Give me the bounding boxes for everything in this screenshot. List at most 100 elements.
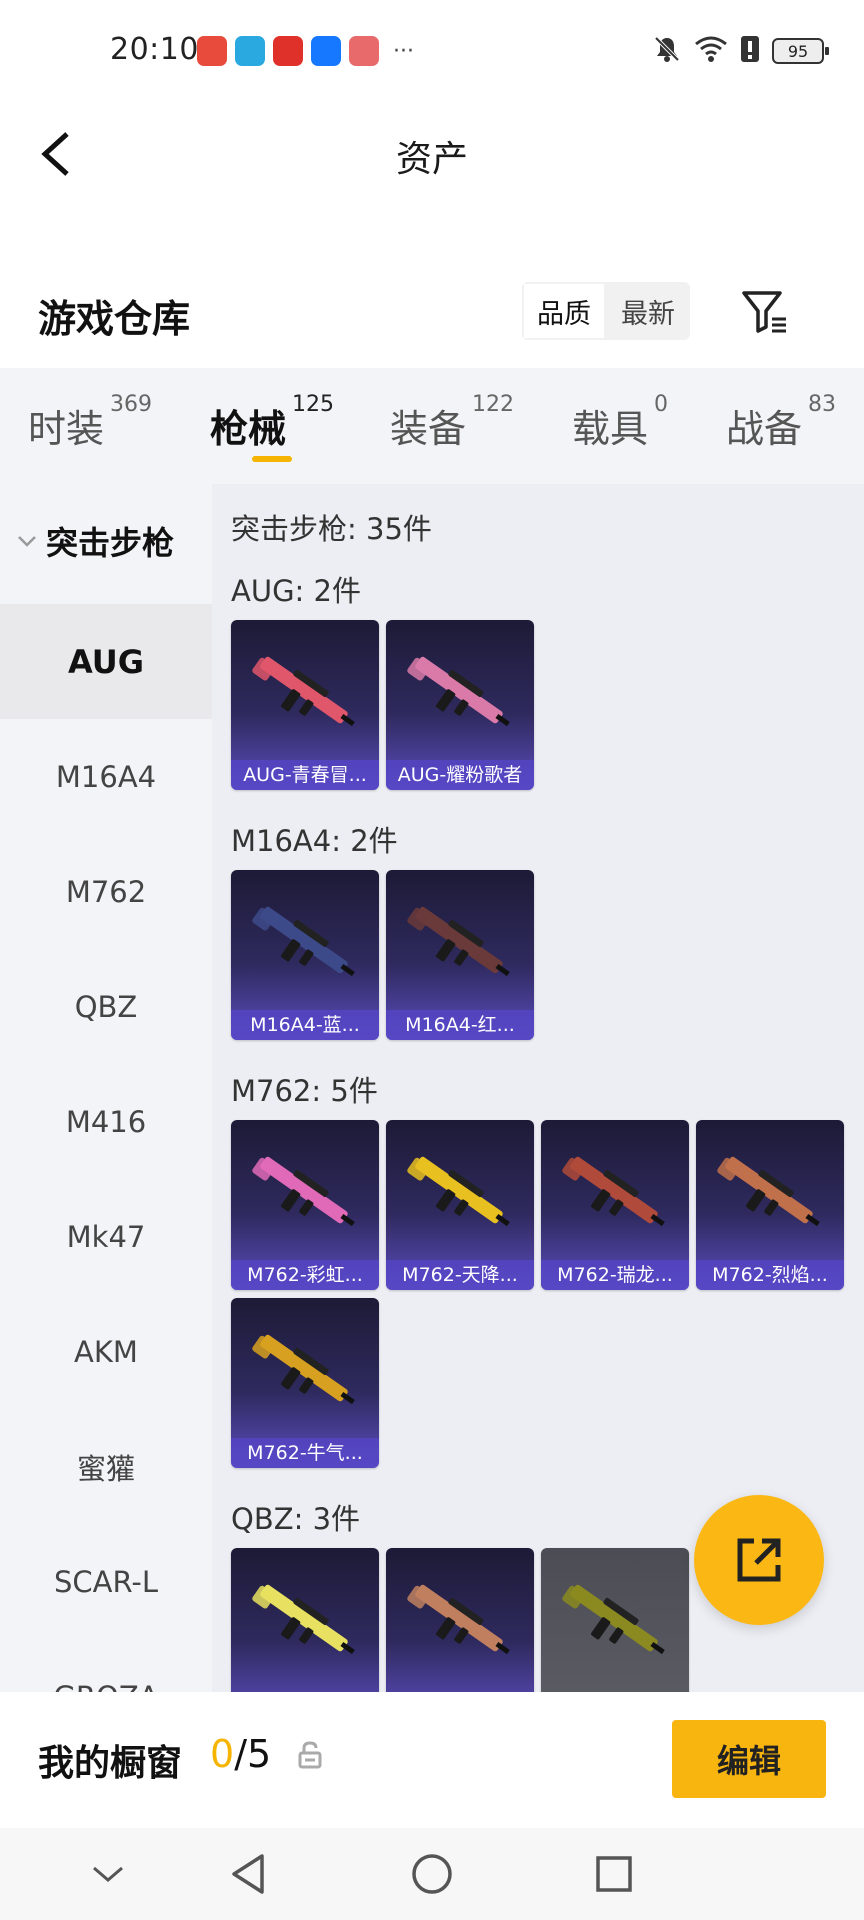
nav-hide-button[interactable]: [78, 1848, 138, 1900]
sidebar-group-assault-rifles[interactable]: 突击步枪: [0, 484, 212, 598]
weapon-card[interactable]: [386, 1548, 534, 1692]
sidebar-item-0[interactable]: AUG: [0, 604, 212, 719]
sidebar-item-1[interactable]: M16A4: [0, 719, 212, 834]
nav-home-button[interactable]: [402, 1848, 462, 1900]
status-app-icons: ···: [197, 36, 414, 66]
warehouse-header: 游戏仓库 品质 最新: [0, 270, 864, 370]
showcase-total: /5: [234, 1732, 272, 1776]
rifle-icon: [252, 1156, 355, 1227]
rifle-icon: [252, 656, 355, 727]
sidebar-item-7[interactable]: 蜜獾: [0, 1409, 212, 1524]
sidebar-item-2[interactable]: M762: [0, 834, 212, 949]
tab-guns[interactable]: 枪械125: [210, 392, 334, 453]
filter-button[interactable]: [736, 284, 794, 340]
tab-label: 载具: [572, 407, 649, 451]
app-header: 资产: [0, 104, 864, 204]
rifle-icon: [407, 656, 510, 727]
more-notifications-icon: ···: [393, 38, 414, 64]
tab-vehicles[interactable]: 载具0: [572, 392, 668, 453]
weapon-name: M762-烈焰...: [696, 1260, 844, 1290]
weapon-name: M16A4-蓝...: [231, 1010, 379, 1040]
weapon-card[interactable]: M762-瑞龙...: [541, 1120, 689, 1290]
tab-count: 125: [292, 392, 335, 417]
weapon-name: M762-彩虹...: [231, 1260, 379, 1290]
sort-newest-button[interactable]: 最新: [606, 282, 690, 340]
bell-muted-icon: [652, 34, 682, 68]
weapon-name: M762-瑞龙...: [541, 1260, 689, 1290]
section-title: M16A4: 2件: [231, 824, 398, 858]
rifle-icon: [407, 906, 510, 977]
weapon-card[interactable]: AUG-青春冒...: [231, 620, 379, 790]
alipay-icon: [311, 36, 341, 66]
tab-label: 装备: [390, 407, 467, 451]
sidebar-item-6[interactable]: AKM: [0, 1294, 212, 1409]
battery-level: 95: [787, 41, 809, 61]
weapon-card[interactable]: [541, 1548, 689, 1692]
tab-count: 369: [110, 392, 153, 417]
rifle-icon: [252, 1334, 355, 1405]
weapon-card[interactable]: [231, 1548, 379, 1692]
weapon-name: M762-牛气...: [231, 1438, 379, 1468]
cloud-app-icon: [235, 36, 265, 66]
weapon-card[interactable]: M762-天降...: [386, 1120, 534, 1290]
sidebar-item-4[interactable]: M416: [0, 1064, 212, 1179]
square-recents-icon: [596, 1856, 632, 1892]
showcase-bar: 我的橱窗 0/5 编辑: [0, 1692, 864, 1828]
sort-quality-button[interactable]: 品质: [522, 282, 606, 340]
sidebar-item-9[interactable]: GROZA: [0, 1639, 212, 1693]
rifle-icon: [562, 1156, 665, 1227]
sidebar-group-label: 突击步枪: [46, 524, 175, 562]
weapon-name: M762-天降...: [386, 1260, 534, 1290]
tab-skins[interactable]: 时装369: [28, 392, 152, 453]
chevron-down-icon: [93, 1866, 123, 1882]
status-time: 20:10: [110, 32, 199, 67]
share-external-icon: [737, 1538, 781, 1582]
nav-back-button[interactable]: [218, 1848, 278, 1900]
weapon-card[interactable]: M16A4-蓝...: [231, 870, 379, 1040]
section-title: QBZ: 3件: [231, 1502, 361, 1536]
tab-supplies[interactable]: 战备83: [726, 392, 836, 453]
weapon-type-sidebar: 突击步枪 AUGM16A4M762QBZM416Mk47AKM蜜獾SCAR-LG…: [0, 484, 212, 1692]
system-nav-bar: [0, 1828, 864, 1920]
showcase-current: 0: [210, 1732, 235, 1776]
weapon-card[interactable]: M762-彩虹...: [231, 1120, 379, 1290]
showcase-count: 0/5: [210, 1732, 271, 1776]
sidebar-item-3[interactable]: QBZ: [0, 949, 212, 1064]
sidebar-item-8[interactable]: SCAR-L: [0, 1524, 212, 1639]
share-button[interactable]: [694, 1495, 824, 1625]
status-right: 95: [652, 34, 829, 68]
tab-label: 枪械: [210, 407, 287, 451]
tab-count: 0: [654, 392, 669, 417]
weapon-card[interactable]: AUG-耀粉歌者: [386, 620, 534, 790]
battery-indicator: 95: [772, 38, 829, 64]
tab-count: 122: [472, 392, 515, 417]
weapon-card[interactable]: M762-烈焰...: [696, 1120, 844, 1290]
sidebar-item-5[interactable]: Mk47: [0, 1179, 212, 1294]
active-tab-indicator: [252, 456, 292, 462]
gift-box-icon: [349, 36, 379, 66]
red-heart-app-icon: [273, 36, 303, 66]
weapon-card[interactable]: M16A4-红...: [386, 870, 534, 1040]
weapon-name: M16A4-红...: [386, 1010, 534, 1040]
page-title: 资产: [395, 139, 468, 180]
rifle-icon: [407, 1584, 510, 1655]
sort-toggle: 品质 最新: [522, 282, 690, 340]
tab-label: 时装: [28, 407, 105, 451]
filter-icon: [742, 291, 786, 333]
edit-button[interactable]: 编辑: [672, 1720, 826, 1798]
category-total: 突击步枪: 35件: [231, 512, 432, 546]
weapon-card[interactable]: M762-牛气...: [231, 1298, 379, 1468]
rifle-icon: [717, 1156, 820, 1227]
triangle-back-icon: [232, 1854, 264, 1894]
category-tabs: 时装369 枪械125 装备122 载具0 战备83: [0, 368, 864, 484]
warehouse-title: 游戏仓库: [38, 297, 191, 341]
nav-recents-button[interactable]: [584, 1848, 644, 1900]
rifle-icon: [252, 906, 355, 977]
section-title: M762: 5件: [231, 1074, 378, 1108]
huawei-store-icon: [197, 36, 227, 66]
wifi-icon: [694, 35, 728, 67]
rifle-icon: [407, 1156, 510, 1227]
showcase-title: 我的橱窗: [38, 1743, 183, 1784]
chevron-down-icon: [18, 536, 36, 547]
tab-equipment[interactable]: 装备122: [390, 392, 514, 453]
